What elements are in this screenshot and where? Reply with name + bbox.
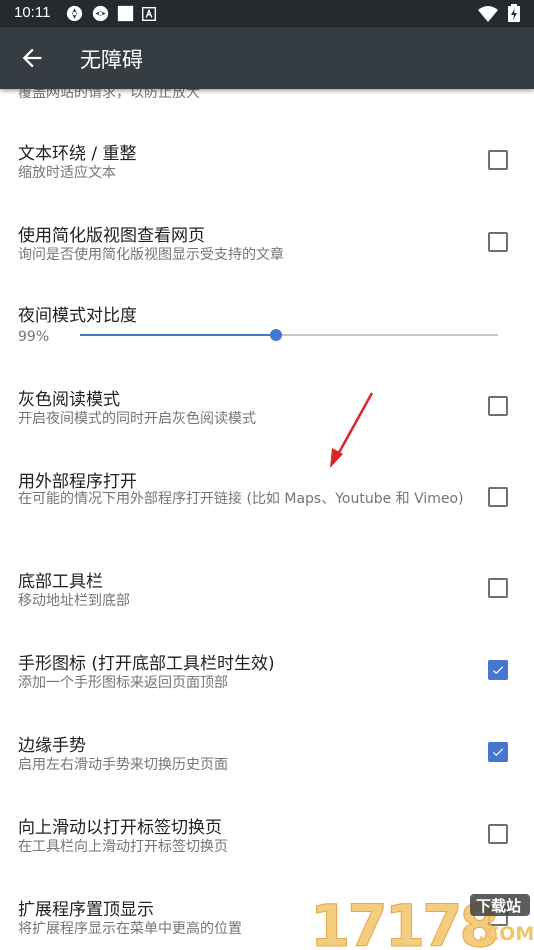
- pref-title: 夜间模式对比度: [18, 306, 137, 326]
- checkbox[interactable]: [488, 578, 508, 598]
- pref-edge-gesture[interactable]: 边缘手势 启用左右滑动手势来切换历史页面: [0, 709, 534, 791]
- pref-title: 扩展程序置顶显示: [18, 900, 154, 920]
- pref-open-external[interactable]: 用外部程序打开 在可能的情况下用外部程序打开链接 (比如 Maps、Youtub…: [0, 445, 534, 545]
- cyclone-icon: [66, 5, 83, 22]
- pref-bottom-toolbar[interactable]: 底部工具栏 移动地址栏到底部: [0, 545, 534, 627]
- pref-title: 使用简化版视图查看网页: [18, 226, 205, 246]
- partially-visible-summary: 覆盖网站的请求，以防止放大: [18, 89, 200, 101]
- pref-summary: 询问是否使用简化版视图显示受支持的文章: [18, 247, 284, 263]
- pref-summary: 移动地址栏到底部: [18, 593, 130, 609]
- page-title: 无障碍: [80, 48, 143, 72]
- arrow-back-icon[interactable]: [18, 44, 46, 72]
- app-bar: 无障碍: [0, 27, 534, 89]
- status-bar: 10:11: [0, 0, 534, 27]
- pref-summary: 开启夜间模式的同时开启灰色阅读模式: [18, 411, 256, 427]
- slider-value: 99%: [18, 329, 50, 345]
- checkbox[interactable]: [488, 487, 508, 507]
- pref-title: 文本环绕 / 重整: [18, 144, 137, 164]
- checkbox[interactable]: [488, 232, 508, 252]
- contrast-slider[interactable]: [80, 329, 498, 341]
- checkbox-checked[interactable]: [488, 660, 508, 680]
- sim-icon: [142, 7, 156, 21]
- cyclone-icon: [92, 5, 109, 22]
- status-time: 10:11: [14, 4, 51, 21]
- svg-text:17178: 17178: [310, 892, 497, 950]
- pref-summary: 在可能的情况下用外部程序打开链接 (比如 Maps、Youtube 和 Vime…: [18, 491, 464, 507]
- pref-hand-icon[interactable]: 手形图标 (打开底部工具栏时生效) 添加一个手形图标来返回页面顶部: [0, 627, 534, 709]
- pref-gray-reading[interactable]: 灰色阅读模式 开启夜间模式的同时开启灰色阅读模式: [0, 363, 534, 445]
- pref-title: 底部工具栏: [18, 572, 103, 592]
- battery-charging-icon: [508, 4, 520, 22]
- pref-summary: 在工具栏向上滑动打开标签切换页: [18, 839, 228, 855]
- pref-night-contrast[interactable]: 夜间模式对比度 99%: [0, 281, 534, 363]
- pref-summary: 启用左右滑动手势来切换历史页面: [18, 757, 228, 773]
- pref-title: 边缘手势: [18, 736, 86, 756]
- svg-text:.COM: .COM: [478, 923, 534, 945]
- slider-fill: [80, 334, 277, 336]
- pref-title: 手形图标 (打开底部工具栏时生效): [18, 654, 275, 674]
- pref-text-reflow[interactable]: 文本环绕 / 重整 缩放时适应文本: [0, 117, 534, 199]
- svg-text:下载站: 下载站: [476, 897, 521, 915]
- pref-title: 灰色阅读模式: [18, 390, 120, 410]
- checkbox-checked[interactable]: [488, 742, 508, 762]
- wifi-icon: [478, 6, 498, 22]
- check-icon: [492, 748, 504, 757]
- checkbox[interactable]: [488, 396, 508, 416]
- pref-simplified-view[interactable]: 使用简化版视图查看网页 询问是否使用简化版视图显示受支持的文章: [0, 199, 534, 281]
- square-icon: [117, 5, 134, 22]
- pref-swipe-up-tabs[interactable]: 向上滑动以打开标签切换页 在工具栏向上滑动打开标签切换页: [0, 791, 534, 873]
- watermark-logo: 17178 下载站 .COM: [310, 892, 534, 950]
- pref-summary: 添加一个手形图标来返回页面顶部: [18, 675, 228, 691]
- pref-title: 向上滑动以打开标签切换页: [18, 818, 222, 838]
- check-icon: [492, 666, 504, 675]
- checkbox[interactable]: [488, 150, 508, 170]
- settings-list[interactable]: 覆盖网站的请求，以防止放大 文本环绕 / 重整 缩放时适应文本 使用简化版视图查…: [0, 89, 534, 950]
- checkbox[interactable]: [488, 824, 508, 844]
- pref-summary: 缩放时适应文本: [18, 165, 116, 181]
